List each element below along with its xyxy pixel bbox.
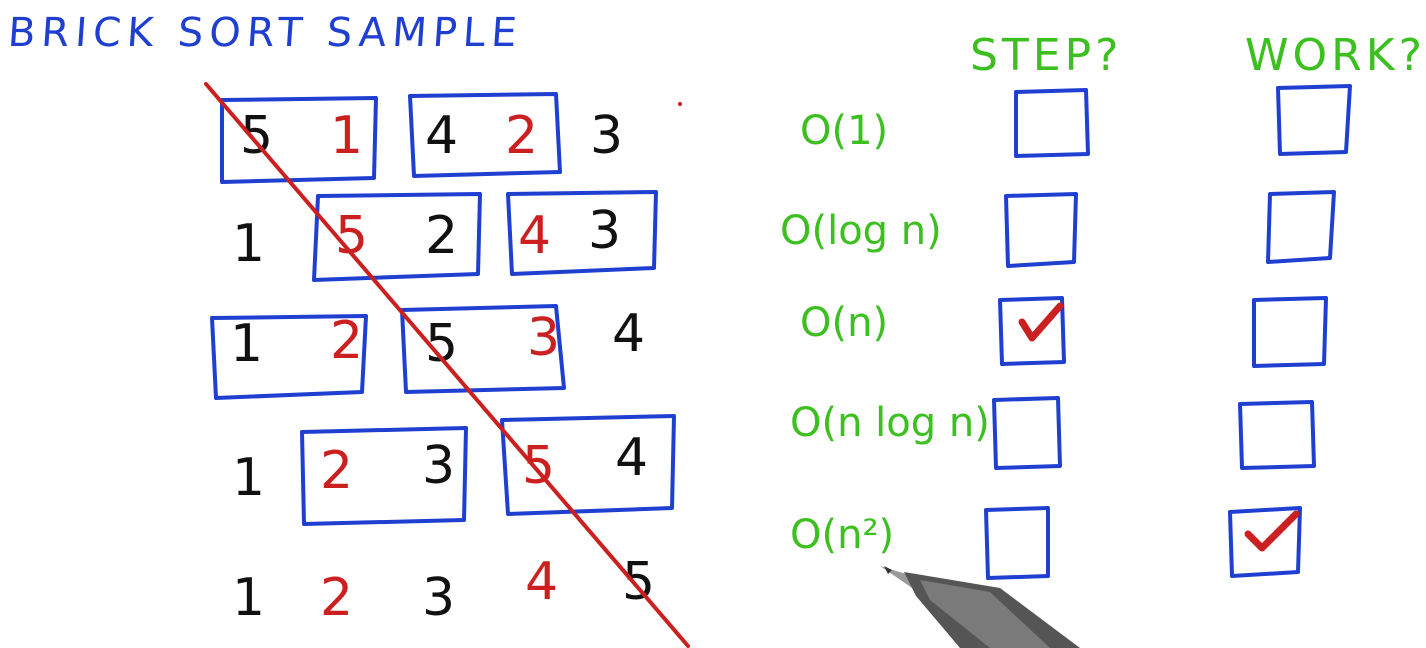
checkbox-icon — [1252, 296, 1328, 368]
checkbox-icon — [1238, 400, 1316, 470]
diagonal-strike-line — [204, 82, 690, 648]
pair-box-r2-b — [400, 304, 566, 394]
checkmark-icon — [1018, 302, 1064, 342]
drawing-layer — [204, 82, 1352, 648]
pair-box-r1-b — [506, 190, 658, 276]
checkbox-icon — [1266, 190, 1336, 264]
checkbox-icon — [1276, 84, 1352, 156]
checkbox-icon — [1014, 88, 1090, 158]
checkbox-icon — [992, 396, 1062, 470]
pair-box-r0-b — [408, 92, 562, 178]
pair-box-r3-a — [300, 426, 468, 526]
pair-box-r3-b — [500, 414, 676, 516]
checkmark-icon — [1244, 510, 1300, 552]
checkbox-icon — [1004, 192, 1078, 268]
pair-box-r0-a — [220, 96, 378, 184]
checkbox-icon — [984, 506, 1050, 580]
pen-icon — [880, 566, 1080, 648]
pair-box-r2-a — [210, 314, 368, 400]
stray-dot — [678, 102, 682, 106]
